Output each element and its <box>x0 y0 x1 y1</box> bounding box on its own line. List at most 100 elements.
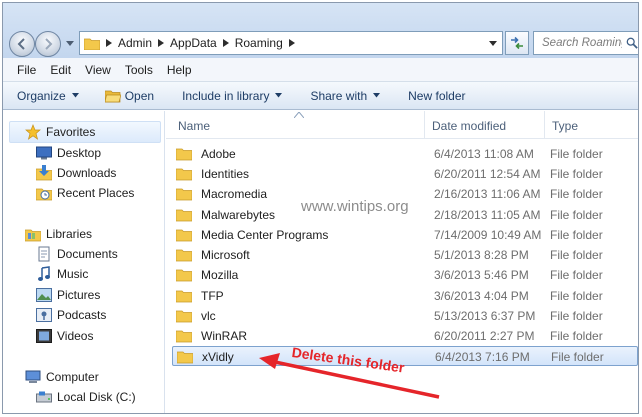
column-name[interactable]: Name <box>178 119 210 133</box>
nav-downloads[interactable]: Downloads <box>36 163 116 183</box>
nav-favorites[interactable]: Favorites <box>25 122 95 142</box>
file-name: Adobe <box>201 147 236 161</box>
new-folder-button[interactable]: New folder <box>408 82 465 109</box>
nav-local-disk-label: Local Disk (C:) <box>57 390 136 404</box>
nav-computer[interactable]: Computer <box>25 367 99 387</box>
open-label: Open <box>124 88 155 103</box>
folder-icon <box>177 351 193 364</box>
chevron-down-icon <box>489 41 497 46</box>
nav-desktop[interactable]: Desktop <box>36 143 101 163</box>
recent-places-icon <box>36 185 52 201</box>
new-folder-label: New folder <box>408 88 466 103</box>
folder-icon <box>176 209 192 222</box>
refresh-icon <box>511 36 523 50</box>
nav-podcasts-label: Podcasts <box>57 308 107 322</box>
file-row-identities[interactable]: Identities 6/20/2011 12:54 AM File folde… <box>172 164 638 184</box>
music-icon <box>36 266 52 282</box>
breadcrumb-roaming[interactable]: Roaming <box>217 32 301 54</box>
nav-music[interactable]: Music <box>36 264 88 284</box>
file-date: 3/6/2013 5:46 PM <box>434 268 529 282</box>
column-date-modified[interactable]: Date modified <box>432 119 506 133</box>
nav-libraries[interactable]: Libraries <box>25 224 92 244</box>
organize-label: Organize <box>17 88 66 103</box>
nav-videos[interactable]: Videos <box>36 326 93 346</box>
file-name: WinRAR <box>201 329 248 343</box>
videos-icon <box>36 328 52 344</box>
file-date: 6/4/2013 11:08 AM <box>434 147 534 161</box>
menu-edit[interactable]: Edit <box>50 63 71 77</box>
breadcrumb-label: AppData <box>170 36 217 50</box>
breadcrumb-appdata[interactable]: AppData <box>152 32 217 54</box>
file-row-adobe[interactable]: Adobe 6/4/2013 11:08 AM File folder <box>172 144 638 164</box>
nav-documents-label: Documents <box>57 247 118 261</box>
file-row-winrar[interactable]: WinRAR 6/20/2011 2:27 PM File folder <box>172 326 638 346</box>
folder-icon <box>176 269 192 282</box>
column-divider[interactable] <box>424 111 425 139</box>
nav-podcasts[interactable]: Podcasts <box>36 305 106 325</box>
column-header: Name Date modified Type <box>166 111 638 139</box>
file-row-mozilla[interactable]: Mozilla 3/6/2013 5:46 PM File folder <box>172 265 638 285</box>
watermark: www.wintips.org <box>301 198 409 215</box>
file-type: File folder <box>550 228 603 242</box>
chevron-down-icon <box>66 41 74 46</box>
recent-pages-dropdown[interactable] <box>65 39 75 49</box>
hard-drive-icon <box>36 389 52 405</box>
nav-recent-places-label: Recent Places <box>57 186 135 200</box>
chevron-down-icon <box>275 92 283 99</box>
file-row-media-center-programs[interactable]: Media Center Programs 7/14/2009 10:49 AM… <box>172 225 638 245</box>
file-name: xVidly <box>202 350 234 364</box>
nav-pictures-label: Pictures <box>57 288 101 302</box>
star-icon <box>25 124 41 140</box>
menu-bar: File Edit View Tools Help <box>3 58 638 82</box>
open-button[interactable]: Open <box>104 82 155 109</box>
explorer-window: Admin AppData Roaming Search Roaming Fil… <box>2 2 639 414</box>
file-row-tfp[interactable]: TFP 3/6/2013 4:04 PM File folder <box>172 286 638 306</box>
file-name: Malwarebytes <box>201 208 276 222</box>
back-button[interactable] <box>9 31 35 57</box>
file-date: 6/20/2011 2:27 PM <box>434 329 535 343</box>
file-date: 3/6/2013 4:04 PM <box>434 289 529 303</box>
menu-help[interactable]: Help <box>167 63 192 77</box>
file-row-vlc[interactable]: vlc 5/13/2013 6:37 PM File folder <box>172 306 638 326</box>
breadcrumb-separator-icon <box>152 39 170 47</box>
address-history-dropdown[interactable] <box>488 39 498 49</box>
chevron-down-icon <box>373 92 381 99</box>
refresh-button[interactable] <box>505 31 529 55</box>
file-row-microsoft[interactable]: Microsoft 5/1/2013 8:28 PM File folder <box>172 245 638 265</box>
search-box[interactable] <box>533 31 638 55</box>
folder-icon <box>176 168 192 181</box>
share-with-label: Share with <box>310 88 368 103</box>
file-type: File folder <box>550 309 603 323</box>
file-date: 2/18/2013 11:05 AM <box>434 208 541 222</box>
nav-desktop-label: Desktop <box>57 146 102 160</box>
folder-icon <box>176 229 192 242</box>
include-in-library-button[interactable]: Include in library <box>182 82 283 109</box>
file-type: File folder <box>551 350 604 364</box>
nav-documents[interactable]: Documents <box>36 244 118 264</box>
breadcrumb-admin[interactable]: Admin <box>100 32 152 54</box>
nav-pictures[interactable]: Pictures <box>36 285 100 305</box>
file-type: File folder <box>550 187 603 201</box>
breadcrumb-separator-icon <box>217 39 235 47</box>
breadcrumb-separator-icon <box>100 39 118 47</box>
folder-icon <box>84 36 100 50</box>
breadcrumb-label: Roaming <box>234 36 283 50</box>
column-divider[interactable] <box>544 111 545 139</box>
file-name: Microsoft <box>201 248 250 262</box>
file-type: File folder <box>550 167 603 181</box>
nav-downloads-label: Downloads <box>57 166 117 180</box>
menu-tools[interactable]: Tools <box>125 63 153 77</box>
share-with-button[interactable]: Share with <box>310 82 381 109</box>
nav-recent-places[interactable]: Recent Places <box>36 183 134 203</box>
menu-file[interactable]: File <box>17 63 36 77</box>
organize-button[interactable]: Organize <box>17 82 79 109</box>
file-date: 5/1/2013 8:28 PM <box>434 248 529 262</box>
forward-button[interactable] <box>35 31 61 57</box>
file-date: 7/14/2009 10:49 AM <box>434 228 542 242</box>
downloads-icon <box>36 165 52 181</box>
nav-local-disk[interactable]: Local Disk (C:) <box>36 387 136 407</box>
search-input[interactable] <box>540 36 624 50</box>
menu-view[interactable]: View <box>85 63 111 77</box>
address-bar[interactable]: Admin AppData Roaming <box>79 31 503 55</box>
column-type[interactable]: Type <box>552 119 578 133</box>
